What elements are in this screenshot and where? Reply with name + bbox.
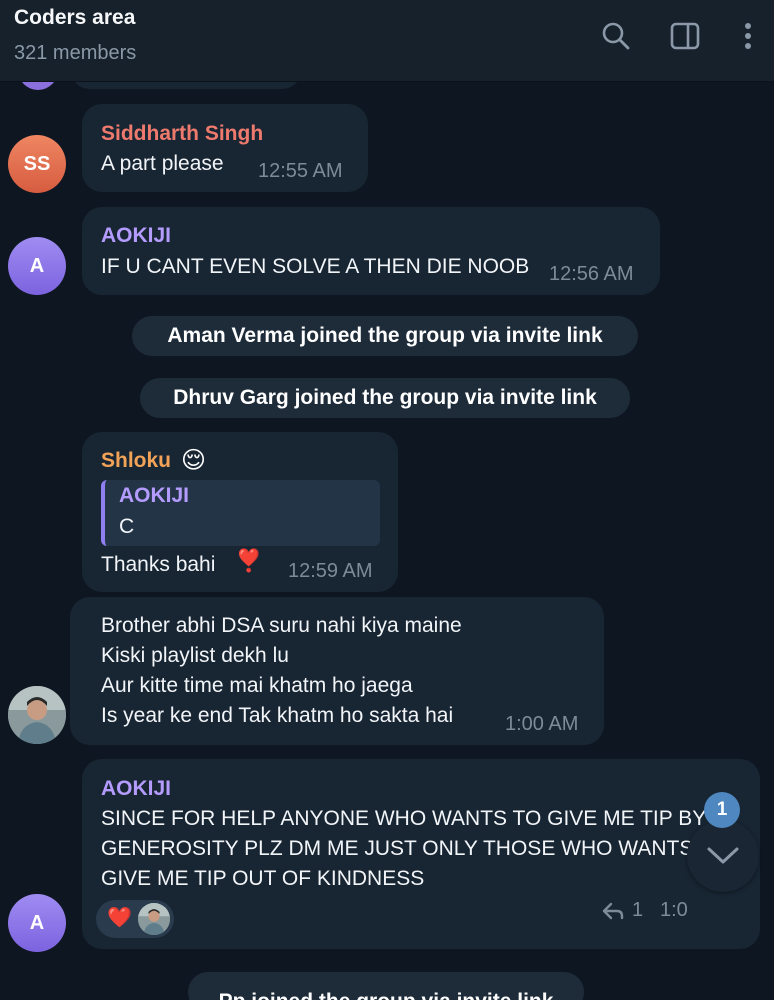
- message-bubble[interactable]: Brother abhi DSA suru nahi kiya maine Ki…: [70, 597, 604, 745]
- service-message: Dhruv Garg joined the group via invite l…: [140, 378, 630, 418]
- chat-title[interactable]: Coders area: [14, 6, 135, 30]
- message-time: 12:59 AM: [288, 560, 373, 582]
- reply-sender: AOKIJI: [119, 484, 190, 507]
- reply-count: 1: [632, 899, 644, 921]
- more-vertical-icon[interactable]: [730, 18, 766, 54]
- avatar-partial[interactable]: [18, 82, 58, 90]
- reaction-emoji: ❤️: [107, 907, 132, 929]
- message-time: 1:0: [660, 899, 688, 921]
- message-line: Aur kitte time mai khatm ho jaega: [101, 674, 413, 697]
- message-bubble-partial[interactable]: [70, 82, 302, 89]
- message-bubble[interactable]: AOKIJI IF U CANT EVEN SOLVE A THEN DIE N…: [82, 207, 660, 295]
- sender-name[interactable]: AOKIJI: [101, 224, 171, 248]
- message-text: A part please: [101, 152, 224, 175]
- message-line: Kiski playlist dekh lu: [101, 644, 289, 667]
- message-line: SINCE FOR HELP ANYONE WHO WANTS TO GIVE …: [101, 807, 707, 830]
- reply-text: C: [119, 515, 135, 538]
- reactor-avatar: [138, 903, 170, 935]
- message-time: 1:00 AM: [505, 713, 579, 735]
- message-line: Is year ke end Tak khatm ho sakta hai: [101, 704, 454, 727]
- reply-quote[interactable]: AOKIJI C: [101, 480, 380, 546]
- sender-name[interactable]: AOKIJI: [101, 777, 171, 801]
- sender-name[interactable]: Shloku: [101, 449, 171, 473]
- sender-emoji: 😌: [181, 447, 207, 474]
- message-bubble[interactable]: Siddharth Singh A part please 12:55 AM: [82, 104, 368, 192]
- sidebar-toggle-icon[interactable]: [667, 18, 703, 54]
- chat-header: Coders area 321 members: [0, 0, 774, 82]
- message-line: GENEROSITY PLZ DM ME JUST ONLY THOSE WHO…: [101, 837, 728, 860]
- service-message-text: Pp joined the group via invite link: [219, 990, 554, 1000]
- service-message: Aman Verma joined the group via invite l…: [132, 316, 638, 356]
- reply-arrow-icon[interactable]: [601, 901, 625, 926]
- avatar[interactable]: A: [8, 894, 66, 952]
- message-time: 12:56 AM: [549, 263, 634, 285]
- unread-badge: 1: [704, 792, 740, 828]
- sender-name[interactable]: Siddharth Singh: [101, 122, 263, 146]
- member-count: 321 members: [14, 42, 137, 64]
- message-time: 12:55 AM: [258, 160, 343, 182]
- message-text: Thanks bahi: [101, 553, 216, 576]
- avatar[interactable]: [8, 686, 66, 744]
- chevron-down-icon: [707, 847, 739, 864]
- message-line: Brother abhi DSA suru nahi kiya maine: [101, 614, 462, 637]
- service-message: Pp joined the group via invite link: [188, 972, 584, 1000]
- message-line: GIVE ME TIP OUT OF KINDNESS: [101, 867, 425, 890]
- heart-exclamation-emoji: ❣️: [235, 548, 263, 573]
- search-icon[interactable]: [598, 18, 634, 54]
- message-bubble[interactable]: AOKIJI SINCE FOR HELP ANYONE WHO WANTS T…: [82, 759, 760, 949]
- avatar[interactable]: SS: [8, 135, 66, 193]
- reaction-chip[interactable]: ❤️: [96, 900, 174, 938]
- message-text: IF U CANT EVEN SOLVE A THEN DIE NOOB: [101, 255, 530, 278]
- scroll-to-bottom-button[interactable]: [687, 820, 759, 892]
- message-feed[interactable]: Siddharth Singh A part please 12:55 AM S…: [0, 82, 774, 1000]
- avatar[interactable]: A: [8, 237, 66, 295]
